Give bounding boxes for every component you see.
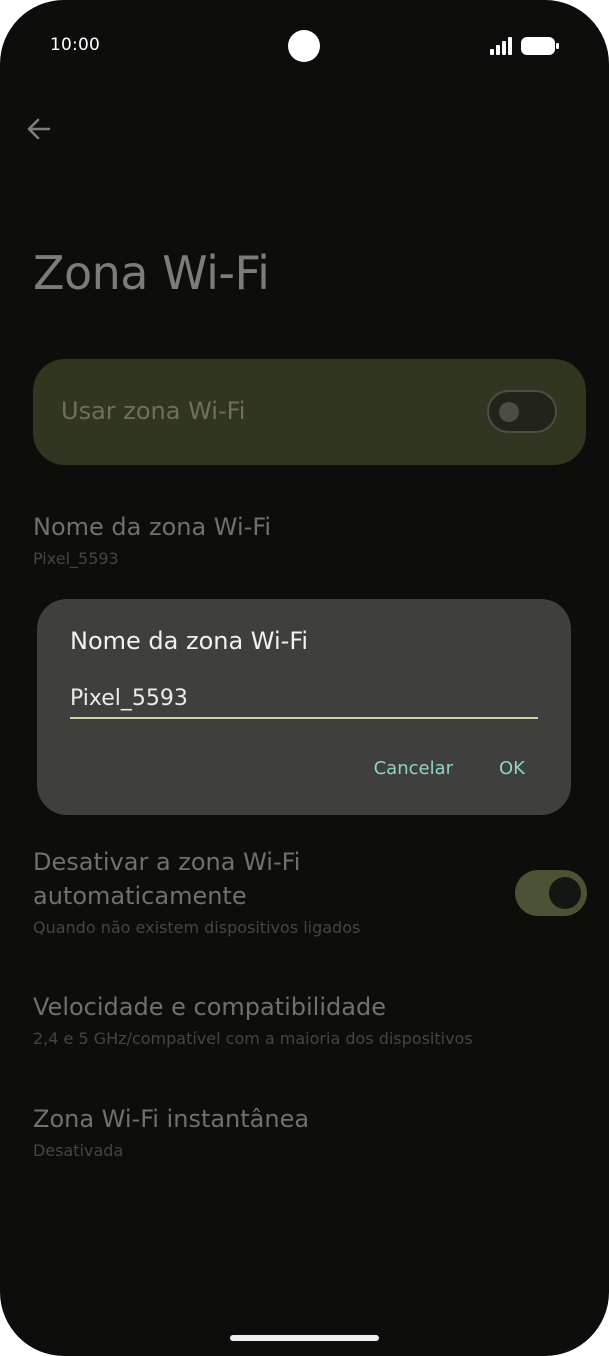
ok-button[interactable]: OK [499, 758, 525, 779]
battery-icon [521, 37, 561, 59]
setting-title: Zona Wi-Fi instantânea [33, 1105, 310, 1133]
cancel-button[interactable]: Cancelar [374, 758, 453, 779]
setting-title: Nome da zona Wi-Fi [33, 513, 272, 541]
hotspot-name-dialog: Nome da zona Wi-Fi Cancelar OK [37, 599, 571, 815]
toggle-knob [549, 877, 581, 909]
setting-auto-disable[interactable]: Desativar a zona Wi-Fi automaticamente Q… [33, 845, 493, 939]
toggle-knob [499, 402, 519, 422]
setting-subtitle: Pixel_5593 [33, 549, 119, 568]
phone-screen: 10:00 Zona Wi-Fi Usar zona Wi-Fi Nome da… [0, 0, 609, 1356]
status-bar: 10:00 [0, 28, 609, 68]
setting-instant-hotspot[interactable]: Zona Wi-Fi instantânea Desativada [33, 1102, 309, 1162]
auto-disable-toggle[interactable] [515, 870, 587, 916]
setting-subtitle: Desativada [33, 1141, 124, 1160]
setting-title-line-1: Desativar a zona Wi-Fi [33, 848, 301, 876]
hotspot-master-toggle[interactable] [487, 390, 557, 433]
hotspot-name-input[interactable] [70, 679, 538, 719]
status-time: 10:00 [50, 35, 100, 55]
master-switch-label: Usar zona Wi-Fi [61, 397, 246, 425]
dialog-title: Nome da zona Wi-Fi [70, 627, 309, 655]
setting-speed-compatibility[interactable]: Velocidade e compatibilidade 2,4 e 5 GHz… [33, 990, 473, 1050]
signal-icon [490, 37, 516, 59]
master-switch-card[interactable]: Usar zona Wi-Fi [33, 359, 586, 465]
setting-subtitle: Quando não existem dispositivos ligados [33, 918, 361, 937]
home-indicator[interactable] [230, 1335, 379, 1341]
camera-cutout [288, 30, 320, 62]
page-title: Zona Wi-Fi [33, 246, 270, 300]
back-arrow-icon[interactable] [26, 116, 52, 146]
dialog-actions: Cancelar OK [374, 758, 525, 779]
setting-title-line-2: automaticamente [33, 882, 247, 910]
setting-hotspot-name[interactable]: Nome da zona Wi-Fi Pixel_5593 [33, 510, 271, 570]
setting-title: Velocidade e compatibilidade [33, 993, 386, 1021]
setting-subtitle: 2,4 e 5 GHz/compatível com a maioria dos… [33, 1029, 473, 1048]
